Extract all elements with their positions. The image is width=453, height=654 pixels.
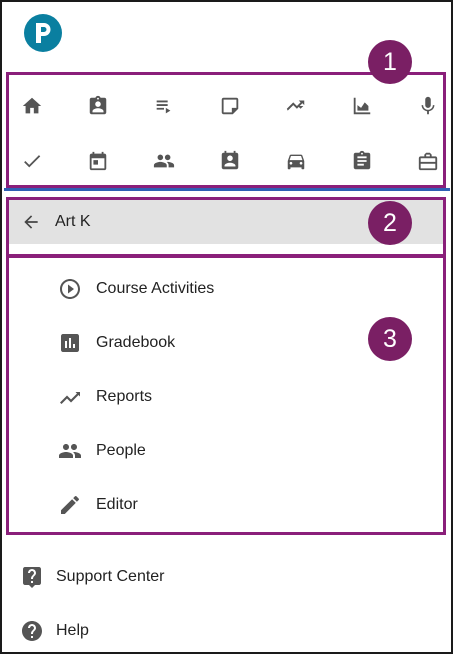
menu-item-help[interactable]: Help bbox=[20, 604, 165, 654]
help-icon bbox=[22, 621, 42, 641]
header-divider bbox=[4, 188, 450, 191]
menu-item-label: Help bbox=[56, 622, 89, 639]
pearson-logo[interactable] bbox=[24, 14, 62, 52]
highlight-box-3 bbox=[6, 255, 446, 535]
menu-item-support-center[interactable]: Support Center bbox=[20, 550, 165, 604]
menu-item-label: Support Center bbox=[56, 568, 165, 585]
pearson-p-icon bbox=[36, 23, 51, 43]
callout-badge-3: 3 bbox=[368, 317, 412, 361]
highlight-box-1 bbox=[6, 72, 446, 188]
callout-badge-1: 1 bbox=[368, 40, 412, 84]
callout-badge-2: 2 bbox=[368, 201, 412, 245]
support-icon bbox=[23, 567, 41, 588]
footer-menu: Support Center Help bbox=[20, 550, 165, 654]
